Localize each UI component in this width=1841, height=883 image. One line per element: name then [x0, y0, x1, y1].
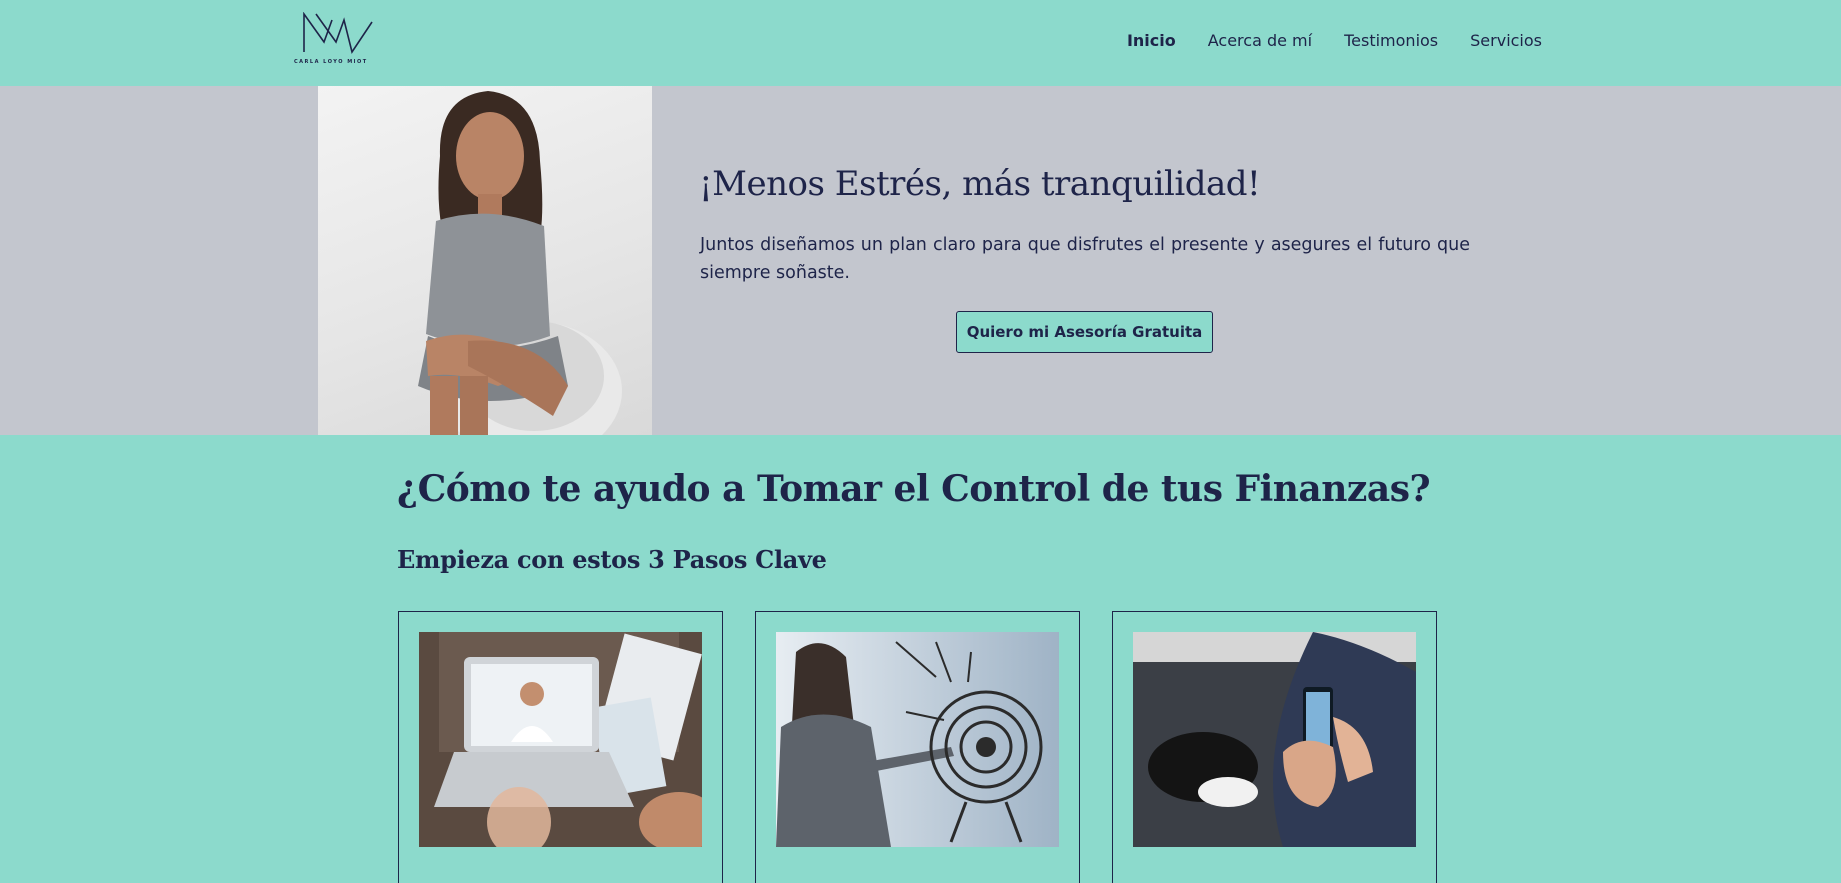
hero-portrait-image	[318, 86, 652, 435]
target-goal-image	[776, 632, 1059, 847]
hero-description: Juntos diseñamos un plan claro para que …	[700, 235, 1470, 283]
video-call-image	[419, 632, 702, 847]
step-card-3[interactable]	[1112, 611, 1437, 883]
hero-title: ¡Menos Estrés, más tranquilidad!	[699, 164, 1261, 204]
logo-mark-icon	[303, 12, 373, 54]
section-subtitle: Empieza con estos 3 Pasos Clave	[397, 545, 827, 574]
site-header: CARLA LOYO MIOT Inicio Acerca de mí Test…	[0, 0, 1841, 86]
brand-logo[interactable]: CARLA LOYO MIOT	[294, 12, 374, 70]
nav-item-testimonios[interactable]: Testimonios	[1344, 31, 1438, 50]
nav-item-acerca[interactable]: Acerca de mí	[1208, 31, 1312, 50]
phone-app-image	[1133, 632, 1416, 847]
free-consultation-button[interactable]: Quiero mi Asesoría Gratuita	[956, 311, 1213, 353]
main-nav: Inicio Acerca de mí Testimonios Servicio…	[1127, 31, 1542, 50]
nav-item-inicio[interactable]: Inicio	[1127, 31, 1176, 50]
step-card-2[interactable]	[755, 611, 1080, 883]
section-title: ¿Cómo te ayudo a Tomar el Control de tus…	[397, 468, 1431, 510]
hero-section: ¡Menos Estrés, más tranquilidad! Juntos …	[0, 86, 1841, 435]
step-card-1[interactable]	[398, 611, 723, 883]
logo-text: CARLA LOYO MIOT	[294, 59, 368, 65]
nav-item-servicios[interactable]: Servicios	[1470, 31, 1542, 50]
